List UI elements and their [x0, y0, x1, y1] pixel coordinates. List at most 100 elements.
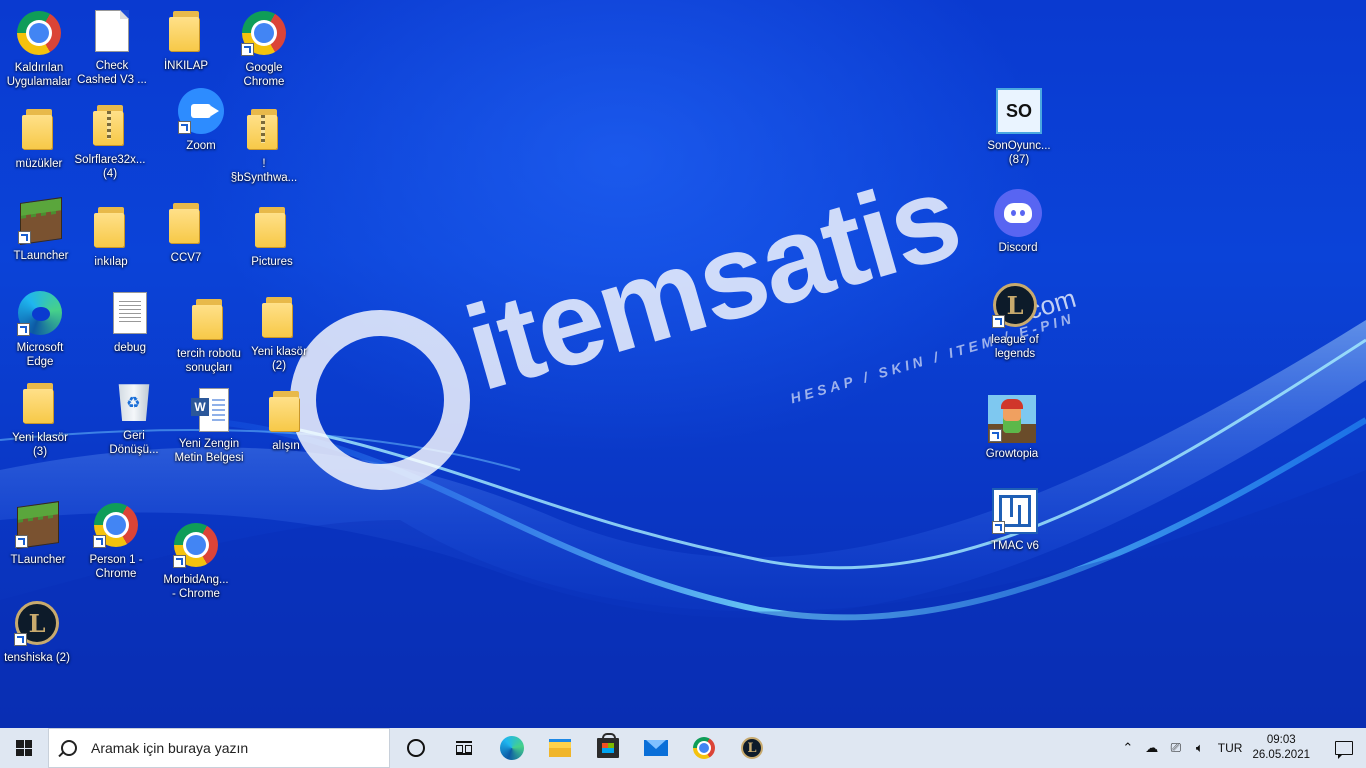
desktop-icon-synthwave[interactable]: ! §bSynthwa...	[225, 104, 303, 185]
desktop-icon-solrflare[interactable]: Solrflare32x... (4)	[71, 100, 149, 181]
volume-icon[interactable]: 🔈︎	[1188, 728, 1212, 768]
desktop-icon-tlauncher-1[interactable]: TLauncher	[2, 196, 80, 263]
taskbar-file-explorer[interactable]	[536, 728, 584, 768]
shortcut-arrow-icon	[241, 43, 254, 56]
desktop-icon-inkilap-lower[interactable]: inkılap	[72, 202, 150, 269]
desktop-icon-league-of-legends[interactable]: L league of legends	[976, 280, 1054, 361]
desktop-icon-tercih-robotu[interactable]: tercih robotu sonuçları	[170, 294, 248, 375]
icon-label: Geri Dönüşü...	[109, 430, 159, 456]
taskbar-mail[interactable]	[632, 728, 680, 768]
icon-label: tercih robotu sonuçları	[177, 348, 241, 374]
shortcut-arrow-icon	[15, 535, 28, 548]
desktop-icon-microsoft-edge[interactable]: Microsoft Edge	[1, 288, 79, 369]
folder-icon	[94, 207, 128, 247]
file-explorer-icon	[549, 739, 571, 757]
desktop-icon-muzukler[interactable]: müzükler	[0, 104, 78, 171]
desktop-icon-sonoyuncu[interactable]: SO SonOyunc... (87)	[980, 86, 1058, 167]
search-placeholder: Aramak için buraya yazın	[91, 740, 249, 756]
icon-label: Yeni klasör (3)	[12, 432, 68, 458]
system-tray: ⌃ ☁ ⎚ 🔈︎ TUR 09:03 26.05.2021	[1116, 728, 1366, 768]
chrome-icon	[17, 11, 61, 55]
icon-label: Discord	[998, 242, 1038, 254]
shortcut-arrow-icon	[18, 231, 31, 244]
search-icon	[61, 740, 77, 756]
document-icon	[95, 10, 129, 52]
desktop-icon-tlauncher-2[interactable]: TLauncher	[0, 500, 77, 567]
icon-label: Microsoft Edge	[16, 342, 64, 368]
icon-label: TLauncher	[10, 554, 66, 566]
chrome-icon	[693, 737, 715, 759]
desktop-icon-growtopia[interactable]: Growtopia	[973, 394, 1051, 461]
desktop-icon-check-cashed[interactable]: Check Cashed V3 ...	[73, 6, 151, 87]
shortcut-arrow-icon	[178, 121, 191, 134]
desktop-icon-tenshiska[interactable]: L tenshiska (2)	[0, 598, 76, 665]
icon-label: SonOyunc... (87)	[987, 140, 1051, 166]
text-file-icon	[113, 292, 147, 334]
icon-label: alışın	[272, 440, 300, 452]
desktop-icon-debug[interactable]: debug	[91, 288, 169, 355]
desktop-icon-person1-chrome[interactable]: Person 1 - Chrome	[77, 500, 155, 581]
icon-label: Solrflare32x... (4)	[74, 154, 146, 180]
desktop-icon-google-chrome[interactable]: Google Chrome	[225, 8, 303, 89]
desktop-icon-pictures[interactable]: Pictures	[233, 202, 311, 269]
clock-date: 26.05.2021	[1252, 749, 1310, 761]
folder-icon	[22, 109, 56, 149]
icon-label: CCV7	[170, 252, 202, 264]
folder-icon	[262, 297, 296, 337]
folder-icon	[192, 299, 226, 339]
clock[interactable]: 09:03 26.05.2021	[1252, 733, 1310, 763]
icon-label: Pictures	[251, 256, 293, 268]
desktop-icon-ccv7[interactable]: CCV7	[147, 198, 225, 265]
sonoyuncu-icon: SO	[996, 88, 1042, 134]
shortcut-arrow-icon	[992, 521, 1005, 534]
shortcut-arrow-icon	[989, 429, 1002, 442]
icon-label: TMAC v6	[991, 540, 1039, 552]
icon-label: TLauncher	[13, 250, 69, 262]
desktop-icon-discord[interactable]: Discord	[979, 188, 1057, 255]
taskbar-chrome[interactable]	[680, 728, 728, 768]
desktop: itemsatis .com HESAP / SKIN / ITEM / E-P…	[0, 0, 1366, 728]
icon-label: Yeni klasör (2)	[251, 346, 307, 372]
word-document-icon: W	[191, 388, 229, 432]
task-view-button[interactable]	[440, 728, 488, 768]
desktop-icon-alisin[interactable]: alışın	[247, 386, 325, 453]
icon-label: tenshiska (2)	[4, 652, 70, 664]
desktop-icon-tmac[interactable]: TMAC v6	[976, 486, 1054, 553]
store-icon	[597, 733, 619, 758]
start-button[interactable]	[0, 728, 48, 768]
icon-label: Check Cashed V3 ...	[77, 60, 147, 86]
icon-label: league of legends	[991, 334, 1039, 360]
cortana-button[interactable]	[392, 728, 440, 768]
icon-label: debug	[114, 342, 146, 354]
cortana-icon	[407, 739, 425, 757]
recycle-bin-icon	[118, 384, 150, 421]
taskbar-league[interactable]: L	[728, 728, 776, 768]
desktop-icon-yeni-klasor-2[interactable]: Yeni klasör (2)	[240, 292, 318, 373]
notification-icon	[1335, 741, 1353, 759]
desktop-icon-inkilap-upper[interactable]: İNKILAP	[147, 6, 225, 73]
desktop-icon-morbidang-chrome[interactable]: MorbidAng... - Chrome	[157, 520, 235, 601]
taskbar-edge[interactable]	[488, 728, 536, 768]
taskbar-search-box[interactable]: Aramak için buraya yazın	[48, 728, 390, 768]
shortcut-arrow-icon	[173, 555, 186, 568]
icon-label: Growtopia	[985, 448, 1039, 460]
desktop-icon-recycle-bin[interactable]: Geri Dönüşü...	[95, 376, 173, 457]
icon-label: müzükler	[15, 158, 63, 170]
clock-time: 09:03	[1266, 734, 1296, 746]
network-icon[interactable]: ⎚	[1164, 728, 1188, 768]
chevron-up-icon[interactable]: ⌃	[1116, 728, 1140, 768]
desktop-icon-kaldirilan-uygulamalar[interactable]: Kaldırılan Uygulamalar	[0, 8, 78, 89]
input-language[interactable]: TUR	[1218, 741, 1243, 755]
taskbar-store[interactable]	[584, 728, 632, 768]
folder-icon	[269, 391, 303, 431]
desktop-icon-yeni-zengin-metin[interactable]: W Yeni Zengin Metin Belgesi	[170, 384, 248, 465]
notification-center-button[interactable]	[1322, 728, 1366, 768]
folder-icon	[23, 383, 57, 423]
folder-icon	[169, 11, 203, 51]
zip-folder-icon	[93, 105, 127, 145]
icon-label: MorbidAng... - Chrome	[163, 574, 229, 600]
desktop-icon-yeni-klasor-3[interactable]: Yeni klasör (3)	[1, 378, 79, 459]
onedrive-cloud-icon[interactable]: ☁	[1140, 728, 1164, 768]
folder-icon	[255, 207, 289, 247]
icon-label: inkılap	[94, 256, 128, 268]
